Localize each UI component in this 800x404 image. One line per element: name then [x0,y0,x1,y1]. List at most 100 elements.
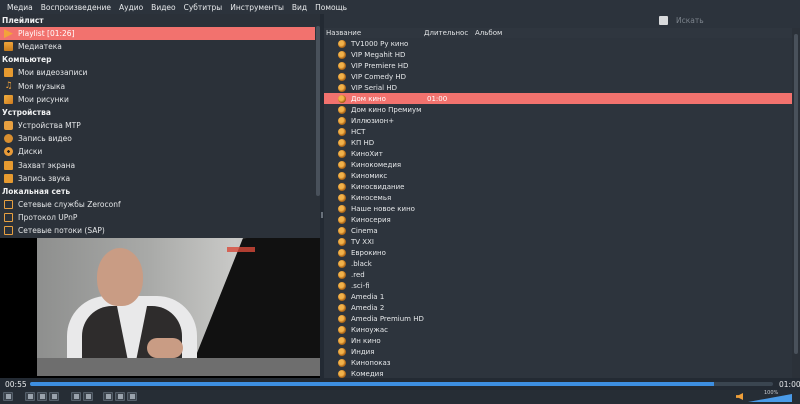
playlist-item-title: Cinema [351,226,378,235]
sidebar-item[interactable]: Playlist [01:26] [0,27,320,41]
playlist-row[interactable]: Киноужас [324,324,792,335]
loop-button[interactable] [115,392,125,401]
sidebar-section-title: Плейлист [2,16,44,25]
playlist-row[interactable]: Дом кино 01:00 [324,93,792,104]
playlist-row[interactable]: Amedia Premium HD [324,313,792,324]
next-button[interactable] [49,392,59,401]
column-header-album[interactable]: Альбом [475,28,535,38]
playlist-item-title: Иллюзион+ [351,116,395,125]
playlist-row[interactable]: .sci-fi [324,280,792,291]
network-icon [4,226,13,236]
playlist-item-title: Индия [351,347,375,356]
playlist-row[interactable]: Amedia 1 [324,291,792,302]
search-input[interactable]: Искать [673,14,800,27]
menu-item[interactable]: Вид [288,3,311,12]
playlist-row[interactable]: VIP Megahit HD [324,49,792,60]
column-header-name[interactable]: Название [324,28,424,38]
playlist-row[interactable]: КиноХит [324,148,792,159]
playlist-row[interactable]: .red [324,269,792,280]
menu-item[interactable]: Аудио [115,3,147,12]
media-item-icon [338,72,346,81]
playlist-button[interactable] [103,392,113,401]
media-item-icon [338,160,346,169]
seek-slider[interactable] [30,382,773,386]
playlist-row[interactable]: Кинопоказ [324,357,792,368]
playlist-row[interactable]: Cinema [324,225,792,236]
menu-item[interactable]: Инструменты [226,3,288,12]
sidebar-item[interactable]: Протокол UPnP [0,211,320,224]
library-icon [4,42,13,52]
playlist-row[interactable]: Amedia 2 [324,302,792,313]
total-time[interactable]: 01:00 [779,380,800,389]
sidebar-item[interactable]: Диски [0,145,320,158]
playlist-row[interactable]: Киномикс [324,170,792,181]
playlist-row[interactable]: Киносемья [324,192,792,203]
sidebar-item[interactable]: ♫ Моя музыка [0,80,320,93]
playlist-row[interactable]: TV XXI [324,236,792,247]
camera-icon [4,134,13,144]
splitter-grip[interactable] [321,212,323,218]
elapsed-time[interactable]: 00:55 [5,380,27,389]
sidebar-item[interactable]: Захват экрана [0,159,320,172]
man-hands [147,338,183,358]
fullscreen-button[interactable] [71,392,81,401]
network-icon [4,213,13,223]
playlist-row[interactable]: VIP Serial HD [324,82,792,93]
playlist-row[interactable]: VIP Comedy HD [324,71,792,82]
playlist-row[interactable]: TV1000 Ру кино [324,38,792,49]
playlist-row[interactable]: Индия [324,346,792,357]
media-item-icon [338,83,346,92]
volume-slider[interactable]: 100% [748,390,792,402]
menu-item[interactable]: Видео [147,3,179,12]
audio-capture-icon [4,173,13,183]
playlist-row[interactable]: НСТ [324,126,792,137]
playlist-row[interactable]: VIP Premiere HD [324,60,792,71]
network-icon [4,199,13,209]
sidebar-item[interactable]: Мои видеозаписи [0,66,320,79]
pause-button[interactable] [3,392,13,401]
stop-button[interactable] [37,392,47,401]
playlist-row[interactable]: Киносерия [324,214,792,225]
playlist-row[interactable]: Иллюзион+ [324,115,792,126]
video-output[interactable] [0,238,320,378]
playlist-scrollbar[interactable] [792,28,800,378]
column-header-duration[interactable]: Длительнос [424,28,475,38]
media-item-icon [338,237,346,246]
sidebar-item[interactable]: Медиатека [0,40,320,53]
sidebar-item[interactable]: Устройства MTP [0,119,320,132]
media-item-icon [338,325,346,334]
menu-item[interactable]: Воспроизведение [37,3,115,12]
playlist-row[interactable]: Еврокино [324,247,792,258]
playlist-row[interactable]: Дом кино Премиум [324,104,792,115]
playlist-row[interactable]: Киносвидание [324,181,792,192]
previous-icon [28,394,33,399]
playlist-item-title: Еврокино [351,248,386,257]
playlist-scrollbar-thumb[interactable] [794,34,798,354]
playlist-row[interactable]: .black [324,258,792,269]
extended-settings-button[interactable] [83,392,93,401]
view-mode-button[interactable] [659,16,668,25]
playlist-row[interactable]: Ин кино [324,335,792,346]
sidebar-item-label: Запись звука [18,173,71,183]
playlist-row[interactable]: Кинокомедия [324,159,792,170]
playlist-item-title: Кинопоказ [351,358,391,367]
sidebar-item-label: Протокол UPnP [18,213,78,223]
menu-item[interactable]: Помощь [311,3,351,12]
menu-item[interactable]: Субтитры [180,3,227,12]
sidebar-item[interactable]: Мои рисунки [0,93,320,106]
sidebar-item[interactable]: Запись звука [0,172,320,185]
sidebar-item-label: Медиатека [18,42,62,52]
playlist-row[interactable]: Наше новое кино [324,203,792,214]
sidebar-item[interactable]: Сетевые потоки (SAP) [0,224,320,237]
playlist-item-title: Amedia 1 [351,292,385,301]
media-item-icon [338,270,346,279]
sidebar-item[interactable]: Сетевые службы Zeroconf [0,198,320,211]
playlist-item-title: TV1000 Ру кино [351,39,409,48]
sidebar-item[interactable]: Запись видео [0,132,320,145]
previous-button[interactable] [25,392,35,401]
playlist-row[interactable]: КП HD [324,137,792,148]
shuffle-button[interactable] [127,392,137,401]
playlist-item-title: Комедия [351,369,384,378]
loop-icon [118,394,123,399]
menu-item[interactable]: Медиа [3,3,37,12]
